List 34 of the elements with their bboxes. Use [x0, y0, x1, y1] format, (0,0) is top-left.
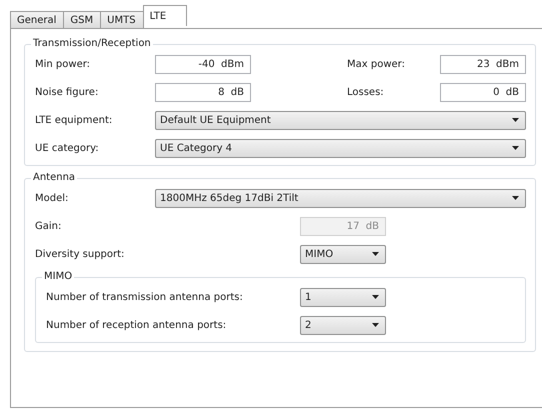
category-dropdown[interactable]: UE Category 4 [155, 138, 526, 158]
input-field[interactable]: -40 dBm [155, 54, 251, 74]
input-field[interactable]: 23 dBm [440, 54, 526, 74]
input-field[interactable]: 8 dB [155, 82, 251, 102]
tab[interactable]: General [10, 11, 64, 29]
input-field[interactable]: 0 dB [440, 82, 526, 102]
ports-dropdown[interactable]: 2 [300, 316, 386, 334]
caret-icon [512, 118, 519, 122]
tab[interactable]: UMTS [100, 11, 144, 29]
diversity-dropdown[interactable]: MIMO [300, 244, 386, 264]
ports-dropdown[interactable]: 1 [300, 288, 386, 306]
field-label: Number of transmission antenna ports: [46, 292, 244, 302]
field-label: Max power: [347, 58, 406, 70]
field-label: Noise figure: [35, 86, 100, 98]
caret-icon [512, 196, 519, 200]
tab[interactable]: LTE [142, 5, 188, 26]
field-label: Diversity support: [35, 248, 126, 260]
field-label: Model: [35, 192, 70, 204]
caret-icon [372, 252, 379, 256]
field-label: Losses: [347, 86, 385, 98]
caret-icon [372, 323, 379, 327]
group-title: Transmission/Reception [31, 38, 153, 49]
equipment-dropdown[interactable]: Default UE Equipment [155, 110, 526, 130]
group-title: Antenna [31, 172, 78, 183]
caret-icon [512, 146, 519, 150]
group-title: MIMO [42, 271, 74, 282]
caret-icon [372, 295, 379, 299]
field-label: Number of reception antenna ports: [46, 320, 228, 330]
tab[interactable]: GSM [63, 11, 102, 29]
field-label: UE category: [35, 142, 100, 154]
field-label: LTE equipment: [35, 114, 114, 126]
field-label: Min power: [35, 58, 92, 70]
model-dropdown[interactable]: 1800MHz 65deg 17dBi 2Tilt [155, 188, 526, 208]
field-label: Gain: [35, 220, 62, 232]
